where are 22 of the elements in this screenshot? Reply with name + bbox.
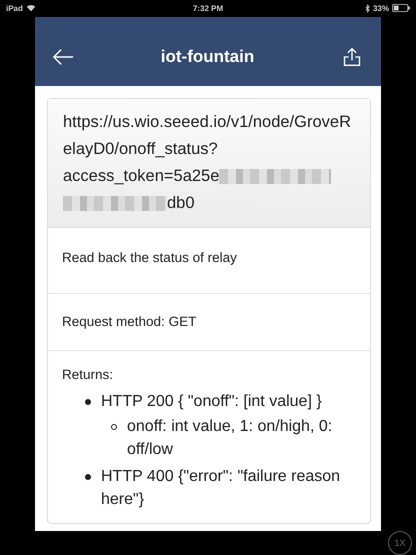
description-text: Read back the status of relay [62, 250, 237, 265]
zoom-badge[interactable]: 1X [388, 531, 412, 555]
return-item: HTTP 200 { "onoff": [int value] } [101, 392, 322, 412]
page-title: iot-fountain [160, 47, 254, 68]
returns-label: Returns: [62, 366, 114, 382]
wifi-icon [26, 4, 36, 12]
bullet-icon [111, 424, 117, 430]
token-end: db0 [167, 192, 195, 214]
return-item: onoff: int value, 1: on/high, 0: off/low [127, 416, 334, 460]
return-item: HTTP 400 {"error": "failure reason here"} [101, 466, 342, 510]
endpoint-url: https://us.wio.seeed.io/v1/node/GroveRelayD0/onoff_status? [63, 112, 352, 160]
status-time: 7:32 PM [192, 4, 224, 13]
bluetooth-icon [364, 4, 370, 13]
share-icon[interactable] [341, 47, 363, 68]
battery-percent: 33% [372, 4, 389, 13]
back-arrow-icon[interactable] [52, 47, 74, 68]
bullet-icon [85, 398, 91, 405]
request-method: Request method: GET [62, 314, 196, 330]
battery-icon [392, 4, 410, 12]
access-token: access_token=5a25e [63, 166, 220, 187]
bullet-icon [85, 474, 91, 480]
device-name: iPad [6, 4, 23, 13]
